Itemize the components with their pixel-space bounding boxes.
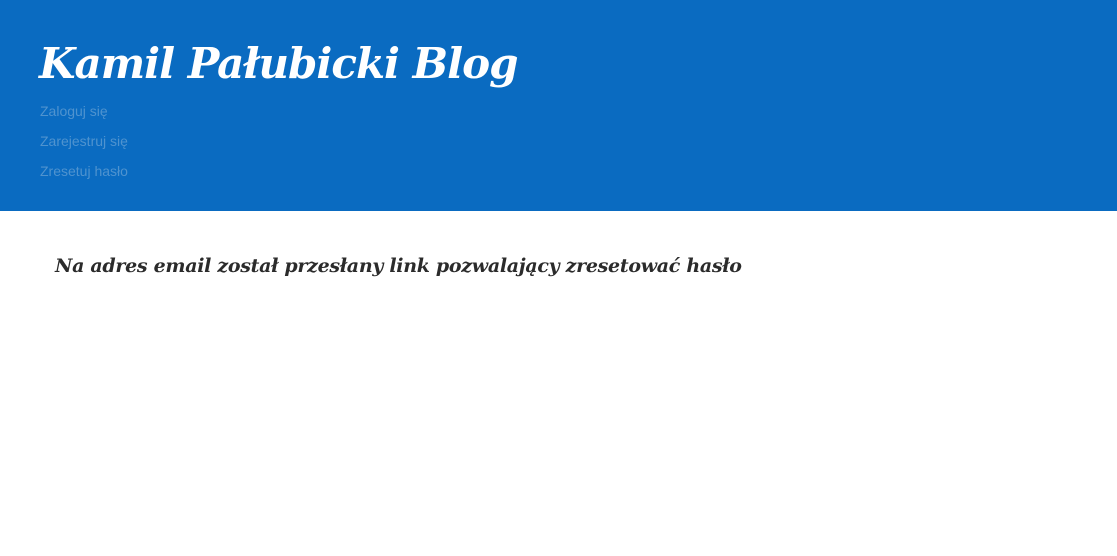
register-link[interactable]: Zarejestruj się — [40, 133, 128, 149]
site-header: Kamil Pałubicki Blog Zaloguj się Zarejes… — [0, 0, 1117, 211]
nav-item-reset-password: Zresetuj hasło — [40, 160, 128, 190]
main-content: Na adres email został przesłany link poz… — [0, 211, 1117, 556]
reset-confirmation-message: Na adres email został przesłany link poz… — [55, 255, 742, 277]
auth-nav: Zaloguj się Zarejestruj się Zresetuj has… — [40, 100, 128, 190]
login-link[interactable]: Zaloguj się — [40, 103, 108, 119]
site-title[interactable]: Kamil Pałubicki Blog — [39, 34, 518, 94]
nav-item-login: Zaloguj się — [40, 100, 128, 130]
nav-item-register: Zarejestruj się — [40, 130, 128, 160]
reset-password-link[interactable]: Zresetuj hasło — [40, 163, 128, 179]
